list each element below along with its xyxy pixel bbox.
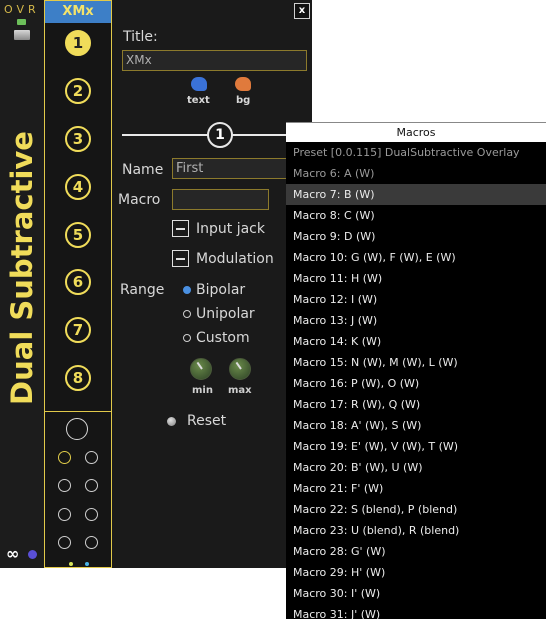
max-knob[interactable] [229,358,251,380]
modulation-label: Modulation [196,251,274,267]
menu-item[interactable]: Preset [0.0.115] DualSubtractive Overlay [286,142,546,163]
indicator-dot [85,562,89,566]
jack-port[interactable] [58,508,71,521]
indicator-dot [69,562,73,566]
input-jack-checkbox[interactable] [172,220,189,237]
menu-item[interactable]: Macro 23: U (blend), R (blend) [286,520,546,541]
menu-item[interactable]: Macro 15: N (W), M (W), L (W) [286,352,546,373]
macro-button-6[interactable]: 6 [65,269,91,295]
range-option-custom[interactable]: Custom [196,330,250,346]
min-knob[interactable] [190,358,212,380]
title-input[interactable]: XMx [122,50,307,71]
jack-port[interactable] [85,536,98,549]
status-dot [28,550,37,559]
input-jack-large[interactable] [66,418,88,440]
macro-input[interactable] [172,189,269,210]
range-option-bipolar[interactable]: Bipolar [196,282,245,298]
jack-port[interactable] [58,451,71,464]
reset-button[interactable] [167,417,176,426]
macro-button-1[interactable]: 1 [65,30,91,56]
name-label: Name [122,162,164,178]
macro-button-4[interactable]: 4 [65,174,91,200]
max-label: max [228,385,252,396]
menu-item[interactable]: Macro 21: F' (W) [286,478,546,499]
menu-item[interactable]: Macro 16: P (W), O (W) [286,373,546,394]
radio-unipolar[interactable] [183,310,191,318]
divider [45,411,111,412]
module-title: Dual Subtractive [5,131,39,405]
module-side-strip: OVR Dual Subtractive ∞ [0,0,44,568]
menu-item[interactable]: Macro 30: I' (W) [286,583,546,604]
macro-button-5[interactable]: 5 [65,222,91,248]
module-panel: OVR Dual Subtractive ∞ XMx 1 2 3 4 5 6 7… [0,0,312,568]
text-color-label: text [187,95,210,106]
brand-logo: OVR [4,3,40,16]
macro-settings-panel: x Title: XMx text bg 1 Name First Macro … [112,0,312,568]
xmx-header: XMx [45,1,111,23]
menu-item[interactable]: Macro 17: R (W), Q (W) [286,394,546,415]
palette-icon[interactable] [235,77,251,91]
macro-button-2[interactable]: 2 [65,78,91,104]
status-led [17,19,26,25]
reset-label[interactable]: Reset [187,413,226,429]
title-label: Title: [123,29,158,45]
menu-item[interactable]: Macro 18: A' (W), S (W) [286,415,546,436]
jack-port[interactable] [58,479,71,492]
bg-color-label: bg [236,95,251,106]
range-label: Range [120,282,165,298]
menu-item[interactable]: Macro 31: J' (W) [286,604,546,619]
module-button[interactable] [14,30,30,40]
menu-item[interactable]: Macro 8: C (W) [286,205,546,226]
menu-item[interactable]: Macro 10: G (W), F (W), E (W) [286,247,546,268]
modulation-checkbox[interactable] [172,250,189,267]
radio-bipolar[interactable] [183,286,191,294]
macro-button-3[interactable]: 3 [65,126,91,152]
menu-item[interactable]: Macro 6: A (W) [286,163,546,184]
macro-button-8[interactable]: 8 [65,365,91,391]
menu-item[interactable]: Macro 11: H (W) [286,268,546,289]
xmx-column: XMx 1 2 3 4 5 6 7 8 [44,0,112,568]
menu-item[interactable]: Macro 9: D (W) [286,226,546,247]
macro-label: Macro [118,192,161,208]
jack-port[interactable] [58,536,71,549]
menu-item[interactable]: Macro 7: B (W) [286,184,546,205]
min-label: min [192,385,213,396]
menu-item[interactable]: Macro 29: H' (W) [286,562,546,583]
menu-item[interactable]: Macro 28: G' (W) [286,541,546,562]
menu-title: Macros [286,122,546,142]
macros-menu: Macros Preset [0.0.115] DualSubtractive … [286,122,546,619]
jack-port[interactable] [85,508,98,521]
close-button[interactable]: x [294,3,310,19]
infinity-icon: ∞ [6,544,20,563]
menu-item[interactable]: Macro 19: E' (W), V (W), T (W) [286,436,546,457]
menu-item[interactable]: Macro 20: B' (W), U (W) [286,457,546,478]
palette-icon[interactable] [191,77,207,91]
jack-port[interactable] [85,451,98,464]
menu-item[interactable]: Macro 22: S (blend), P (blend) [286,499,546,520]
macro-button-7[interactable]: 7 [65,317,91,343]
jack-port[interactable] [85,479,98,492]
current-macro-indicator: 1 [207,122,233,148]
menu-item[interactable]: Macro 13: J (W) [286,310,546,331]
input-jack-label: Input jack [196,221,265,237]
menu-item[interactable]: Macro 14: K (W) [286,331,546,352]
range-option-unipolar[interactable]: Unipolar [196,306,255,322]
radio-custom[interactable] [183,334,191,342]
menu-item[interactable]: Macro 12: I (W) [286,289,546,310]
